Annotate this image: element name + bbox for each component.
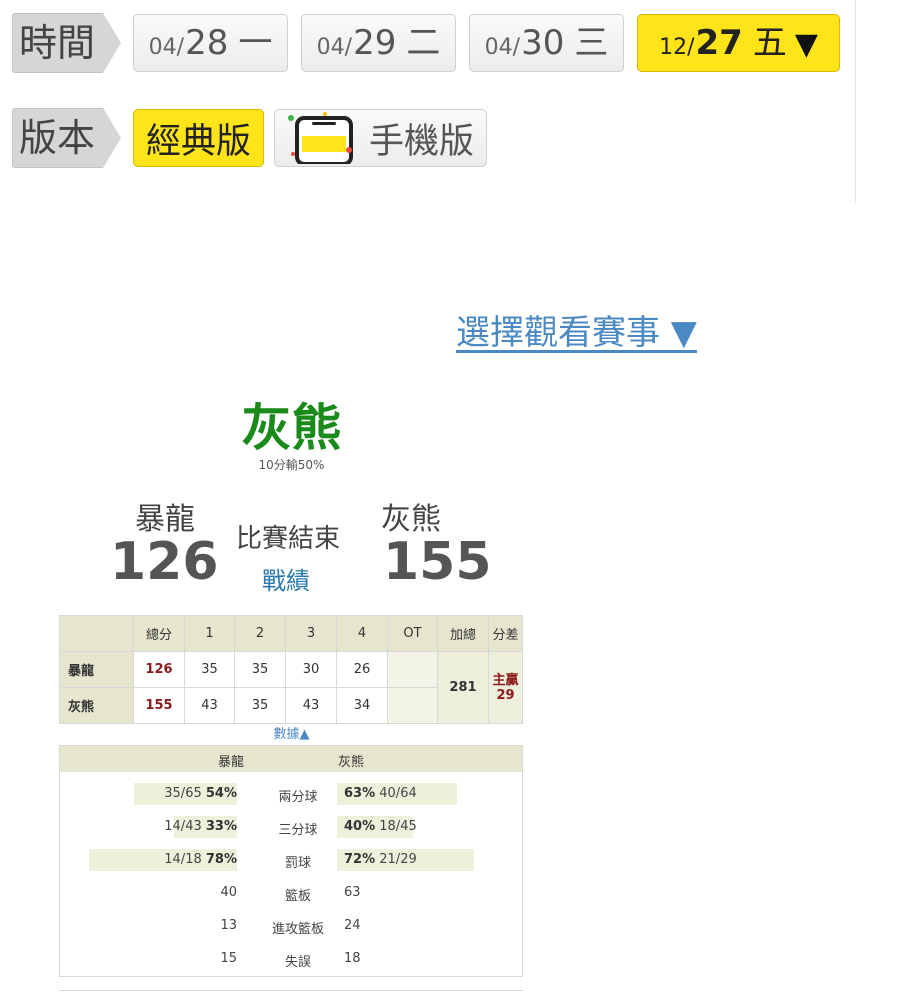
row-ot [387, 651, 438, 688]
stat-row: 35/65 54% 63% 40/64 兩分球 [60, 772, 522, 805]
stat-label: 失誤 [284, 955, 311, 970]
row-team: 暴龍 [59, 651, 134, 688]
home-stat-percent: 40% [344, 819, 376, 834]
table-header: 4 [336, 615, 388, 652]
home-stat-fraction: 21/29 [379, 852, 417, 867]
row-total: 155 [133, 687, 185, 724]
away-stat-value: 35/65 54% [164, 786, 237, 801]
table-header: 3 [285, 615, 337, 652]
stat-label: 籃板 [284, 889, 311, 904]
home-stat-fraction: 18/45 [379, 819, 417, 834]
stat-label: 進攻籃板 [271, 922, 324, 937]
row-q3: 43 [285, 687, 337, 724]
table-header: 加總 [437, 615, 489, 652]
row-q4: 34 [336, 687, 388, 724]
home-score: 155 [383, 532, 492, 592]
date-pill-1227-dropdown[interactable]: 12/27 五 ▼ [637, 14, 841, 72]
version-filter-row: 版本 經典版 手機版 [12, 108, 497, 168]
table-header: OT [387, 615, 438, 652]
away-stat-value: 14/18 78% [164, 852, 237, 867]
table-header: 分差 [488, 615, 523, 652]
stat-row: 15 18 失誤 [60, 937, 522, 970]
row-q1: 43 [184, 687, 235, 724]
bottom-divider [59, 990, 523, 991]
away-stat-percent: 33% [205, 819, 237, 834]
version-label: 版本 [12, 108, 122, 168]
away-stat-value: 15 [220, 951, 237, 966]
stat-row: 13 24 進攻籃板 [60, 904, 522, 937]
team-stats-panel: 暴龍 灰熊 35/65 54% 63% 40/64 兩分球 14/43 33% 40% … [59, 745, 523, 977]
row-q3: 30 [285, 651, 337, 688]
stat-label: 罰球 [284, 856, 311, 871]
game-status: 比賽結束 [236, 524, 341, 554]
row-q2: 35 [234, 687, 286, 724]
difference-label: 主贏 [492, 672, 519, 688]
table-header: 1 [184, 615, 235, 652]
stats-rows: 35/65 54% 63% 40/64 兩分球 14/43 33% 40% 18/45 三… [60, 772, 522, 970]
point-difference: 主贏 29 [488, 651, 523, 724]
table-header [59, 615, 134, 652]
data-toggle-link[interactable]: 數據▲ [0, 723, 583, 742]
home-stat-fraction: 40/64 [379, 786, 417, 801]
classic-version-button[interactable]: 經典版 [133, 109, 265, 167]
home-stat-value: 24 [344, 918, 361, 933]
home-stat-value: 63% 40/64 [344, 786, 417, 801]
home-stat-percent: 72% [344, 852, 376, 867]
table-row: 暴龍 126 35 35 30 26 281 主贏 29 [59, 651, 523, 724]
home-stat-percent: 63% [344, 786, 376, 801]
home-stat-value: 63 [344, 885, 361, 900]
stat-row: 14/18 78% 72% 21/29 罰球 [60, 838, 522, 871]
row-ot [387, 687, 438, 724]
away-stat-value: 14/43 33% [164, 819, 237, 834]
stat-row: 40 63 籃板 [60, 871, 522, 904]
home-stat-value: 72% 21/29 [344, 852, 417, 867]
time-label: 時間 [12, 13, 122, 73]
row-q2: 35 [234, 651, 286, 688]
away-stat-value: 13 [220, 918, 237, 933]
away-score: 126 [110, 532, 219, 592]
away-stat-fraction: 14/43 [164, 819, 202, 834]
quarter-score-table: 總分 1 2 3 4 OT 加總 分差 暴龍 126 35 35 30 26 2… [59, 615, 523, 724]
row-total: 126 [133, 651, 185, 688]
away-stat-percent: 54% [205, 786, 237, 801]
total-sum: 281 [437, 651, 489, 724]
row-team: 灰熊 [59, 687, 134, 724]
away-stat-fraction: 14/18 [164, 852, 202, 867]
away-stat-value: 40 [220, 885, 237, 900]
home-stat-value: 18 [344, 951, 361, 966]
select-game-link[interactable]: 選擇觀看賽事 ▼ [456, 305, 697, 354]
handicap-note: 10分輸50% [258, 458, 325, 472]
table-header: 總分 [133, 615, 185, 652]
mobile-version-label: 手機版 [369, 121, 475, 162]
home-stat-value: 40% 18/45 [344, 819, 417, 834]
dropdown-arrow-icon: ▼ [794, 27, 818, 62]
stats-header: 暴龍 灰熊 [60, 746, 522, 772]
away-stat-percent: 78% [205, 852, 237, 867]
date-pill-0429[interactable]: 04/29 二 [301, 14, 457, 72]
time-filter-row: 時間 04/28 一 04/29 二 04/30 三 12/27 五 ▼ [12, 13, 853, 73]
page-divider [855, 0, 856, 203]
mobile-version-button[interactable]: 手機版 [274, 109, 488, 167]
table-header: 2 [234, 615, 286, 652]
date-pill-0428[interactable]: 04/28 一 [133, 14, 289, 72]
stat-label: 兩分球 [278, 790, 318, 805]
record-link[interactable]: 戰績 [262, 561, 310, 596]
difference-value: 29 [496, 687, 515, 703]
stat-label: 三分球 [278, 823, 318, 838]
date-pill-0430[interactable]: 04/30 三 [469, 14, 625, 72]
row-q4: 26 [336, 651, 388, 688]
winner-team: 灰熊 [241, 399, 342, 457]
stat-row: 14/43 33% 40% 18/45 三分球 [60, 805, 522, 838]
away-stat-fraction: 35/65 [164, 786, 202, 801]
phone-icon [285, 112, 359, 166]
stats-away-header: 暴龍 [218, 755, 245, 770]
stats-home-header: 灰熊 [338, 755, 365, 770]
row-q1: 35 [184, 651, 235, 688]
